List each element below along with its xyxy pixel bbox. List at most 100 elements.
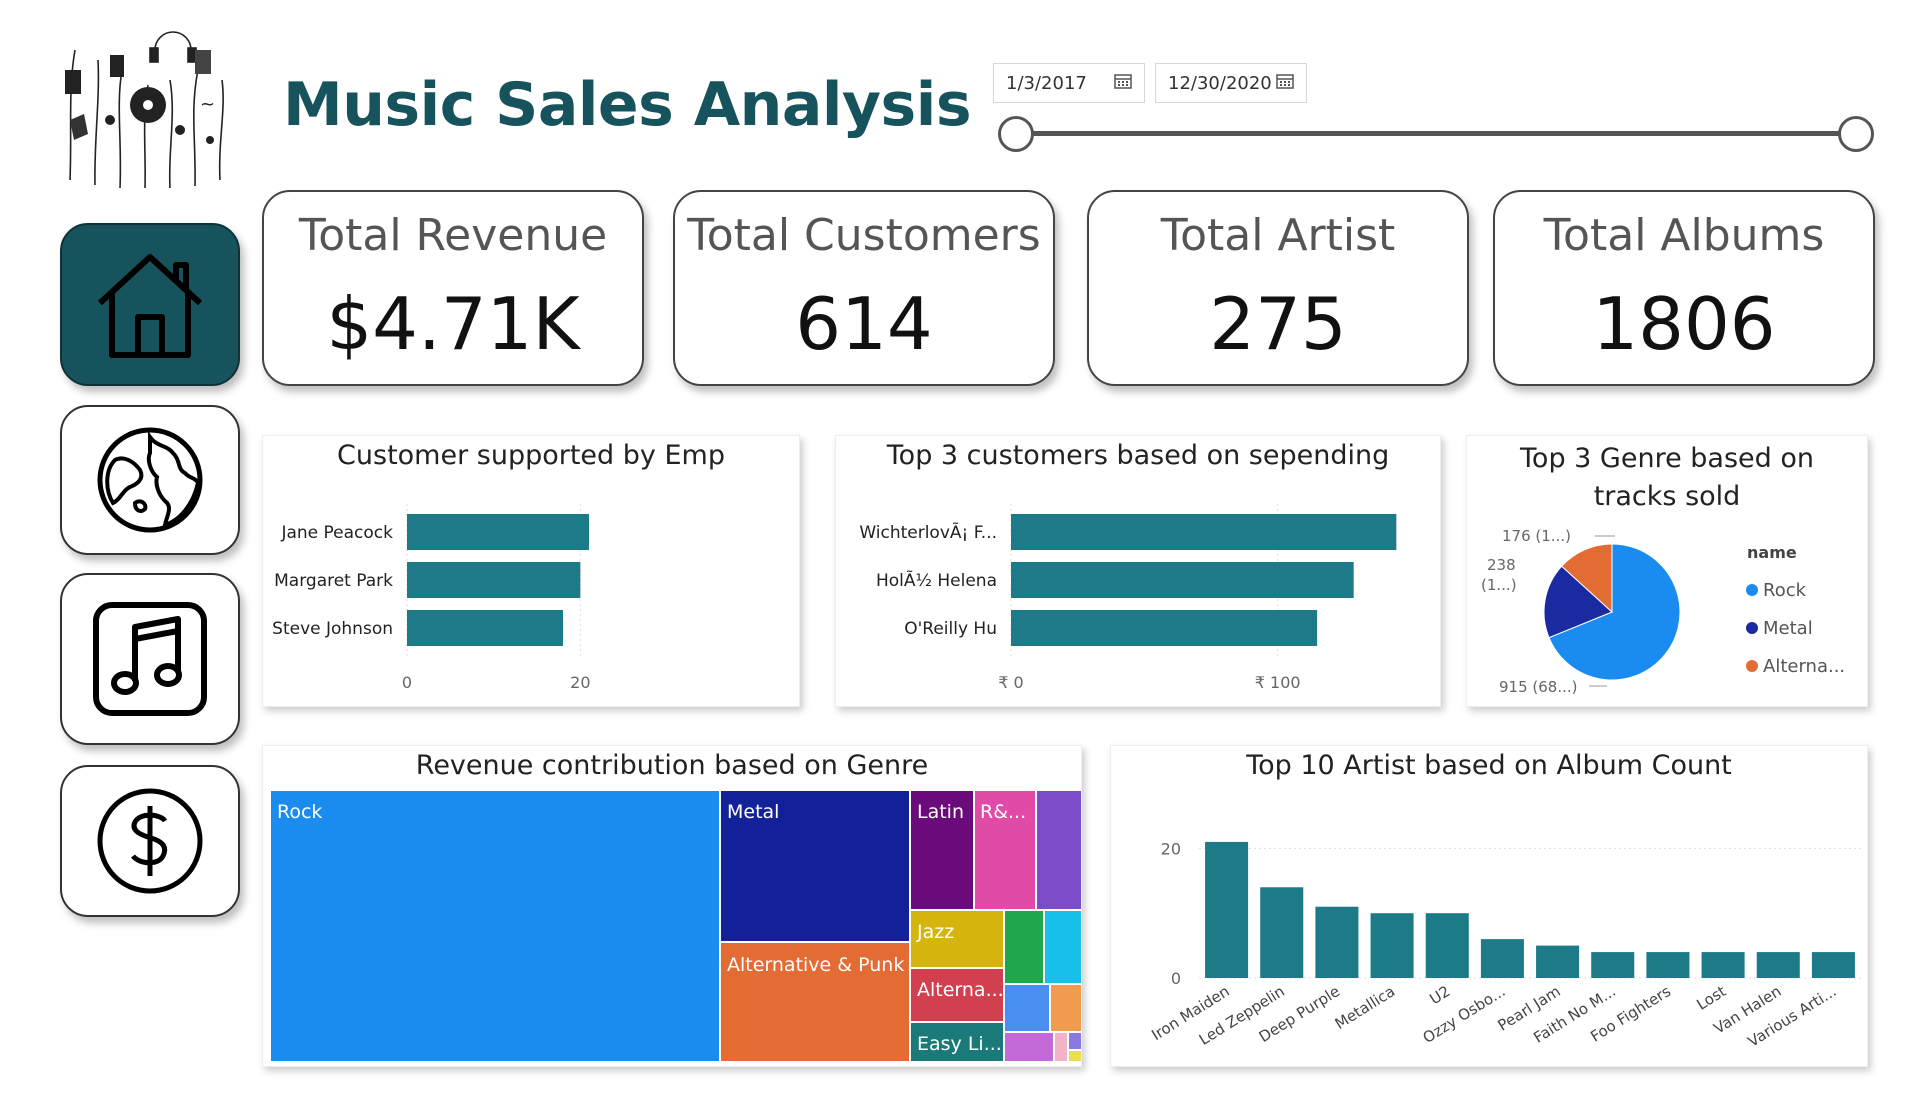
bar[interactable] (1646, 952, 1690, 978)
treemap-tile-other-6 (1005, 1033, 1053, 1061)
bar[interactable] (1425, 913, 1469, 978)
genre-pie-card: Top 3 Genre based on tracks sold 176 (1.… (1466, 435, 1868, 707)
music-note-icon (93, 602, 207, 716)
treemap-tile-other-7 (1055, 1033, 1067, 1061)
music-logo: ~ (50, 10, 250, 190)
treemap-tile-other-4 (1005, 985, 1049, 1031)
category-label: U2 (1426, 982, 1453, 1008)
treemap-tile-other-2 (1005, 911, 1043, 983)
bar[interactable] (407, 610, 563, 646)
legend-title: name (1747, 543, 1797, 562)
bar[interactable] (407, 514, 589, 550)
treemap-label-jazz: Jazz (916, 921, 954, 943)
category-label: Jane Peacock (280, 523, 393, 543)
pie-data-label: 238 (1487, 556, 1516, 574)
category-label: O'Reilly Hu (904, 619, 997, 639)
date-slider-track[interactable] (1010, 131, 1840, 136)
nav-dollar-button[interactable] (60, 765, 240, 917)
nav-home-button[interactable] (60, 223, 240, 386)
category-label: Metallica (1332, 982, 1399, 1033)
kpi-value: 1806 (1592, 282, 1776, 366)
treemap-label-alternative-punk: Alternative & Punk (727, 954, 904, 976)
x-tick-label: 20 (570, 673, 590, 692)
treemap-label-latin: Latin (917, 801, 964, 823)
legend-label[interactable]: Alterna... (1763, 656, 1845, 677)
artist-album-bar-chart: 020Iron MaidenLed ZeppelinDeep PurpleMet… (1148, 839, 1861, 1051)
pie-data-label: 176 (1...) (1502, 527, 1571, 545)
bar[interactable] (1011, 514, 1397, 550)
bar[interactable] (1480, 939, 1524, 978)
dashboard: ~ Music Sales Analysis 1/3/2017 12/30/20… (0, 0, 1920, 1095)
x-tick-label: ₹ 100 (1255, 673, 1301, 692)
legend-marker (1746, 660, 1758, 672)
bar[interactable] (1701, 952, 1745, 978)
date-slider-start-handle[interactable] (998, 116, 1034, 152)
kpi-label: Total Albums (1543, 210, 1825, 261)
end-date-input[interactable]: 12/30/2020 (1155, 63, 1307, 103)
kpi-label: Total Artist (1160, 210, 1396, 261)
bar[interactable] (1811, 952, 1855, 978)
treemap-label-metal: Metal (727, 801, 779, 823)
treemap-tile-other-9 (1069, 1051, 1081, 1061)
y-tick-label: 0 (1171, 969, 1181, 988)
emp-bar-chart: 0 20 Jane Peacock Margaret Park Steve Johnso… (272, 504, 591, 692)
treemap-label-alternative: Alterna... (917, 979, 1004, 1001)
genre-treemap-card: Revenue contribution based on Genre Rock… (262, 745, 1082, 1067)
pie-data-label: (1...) (1481, 576, 1517, 594)
globe-icon (97, 427, 203, 533)
treemap-tile-other-3 (1045, 911, 1081, 983)
bar[interactable] (1591, 952, 1635, 978)
legend-marker (1746, 584, 1758, 596)
x-tick-label: ₹ 0 (998, 673, 1023, 692)
treemap-tile-other-1 (1037, 791, 1081, 909)
start-date-input[interactable]: 1/3/2017 (993, 63, 1145, 103)
pie-data-label: 915 (68...) (1499, 678, 1578, 696)
kpi-total-revenue: Total Revenue $4.71K (262, 190, 644, 386)
top-customers-chart-card: Top 3 customers based on sepending ₹ 0 ₹ … (835, 435, 1441, 707)
genre-pie-chart: 176 (1...) 238 (1...) 915 (68...) name Rock Me… (1481, 527, 1845, 696)
dollar-icon (97, 788, 203, 894)
bar[interactable] (1205, 841, 1249, 978)
kpi-label: Total Revenue (298, 210, 608, 261)
calendar-icon[interactable] (1276, 73, 1294, 94)
bar[interactable] (1315, 906, 1359, 978)
treemap-label-rnb: R&... (980, 801, 1026, 823)
nav-globe-button[interactable] (60, 405, 240, 555)
calendar-icon[interactable] (1114, 73, 1132, 94)
bar[interactable] (1370, 913, 1414, 978)
emp-chart-card: Customer supported by Emp 0 20 Jane Peacoc… (262, 435, 800, 707)
genre-treemap: Rock Metal Alternative & Punk Latin R&..… (271, 791, 1081, 1061)
legend-marker (1746, 622, 1758, 634)
bar[interactable] (1756, 952, 1800, 978)
date-slider-end-handle[interactable] (1838, 116, 1874, 152)
page-title: Music Sales Analysis (283, 70, 972, 140)
artist-album-chart-card: Top 10 Artist based on Album Count 0 20 Ir… (1110, 745, 1868, 1067)
category-label: WichterlovÃ¡ F... (859, 521, 997, 543)
x-tick-label: 0 (402, 673, 412, 692)
legend-label[interactable]: Metal (1763, 618, 1813, 639)
bar[interactable] (1011, 562, 1354, 598)
legend-label[interactable]: Rock (1763, 580, 1807, 601)
category-label: Lost (1693, 982, 1729, 1014)
treemap-label-easy-listening: Easy Li... (917, 1033, 1002, 1055)
bar[interactable] (1011, 610, 1318, 646)
svg-text:~: ~ (200, 94, 215, 115)
kpi-value: 275 (1209, 282, 1347, 366)
kpi-total-customers: Total Customers 614 (673, 190, 1055, 386)
y-tick-label: 20 (1161, 839, 1181, 858)
kpi-value: $4.71K (326, 282, 580, 366)
kpi-label: Total Customers (687, 210, 1041, 261)
nav-music-button[interactable] (60, 573, 240, 745)
category-label: Margaret Park (274, 571, 393, 591)
end-date-value: 12/30/2020 (1168, 72, 1272, 94)
kpi-value: 614 (795, 282, 933, 366)
kpi-total-albums: Total Albums 1806 (1493, 190, 1875, 386)
category-label: HolÃ½ Helena (876, 569, 997, 591)
bar[interactable] (407, 562, 581, 598)
treemap-tile-rock (271, 791, 719, 1061)
bar[interactable] (1260, 887, 1304, 978)
top-customers-bar-chart: ₹ 0 ₹ 100 WichterlovÃ¡ F... HolÃ½ Helena O'R… (859, 504, 1397, 692)
start-date-value: 1/3/2017 (1006, 72, 1087, 94)
bar[interactable] (1536, 945, 1580, 978)
kpi-total-artist: Total Artist 275 (1087, 190, 1469, 386)
